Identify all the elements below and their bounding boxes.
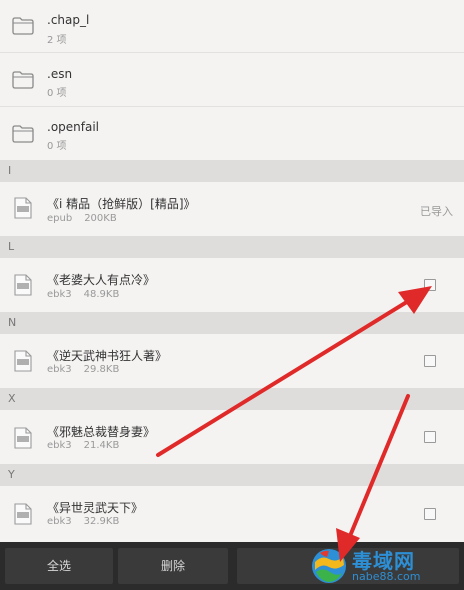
folder-row[interactable]: .chap_l 2 项	[0, 0, 464, 53]
book-size: 21.4KB	[83, 440, 120, 451]
watermark-logo: 毒域网 nabe88.com	[302, 540, 464, 590]
folder-count: 2 项	[47, 35, 67, 46]
book-file-icon	[14, 427, 32, 449]
folder-icon	[12, 17, 34, 35]
book-title: 《异世灵武天下》	[47, 501, 144, 515]
book-title: 《逆天武神书狂人著》	[47, 349, 168, 363]
folder-icon	[12, 71, 34, 89]
watermark-globe-icon	[312, 549, 346, 583]
book-size: 29.8KB	[83, 364, 120, 375]
book-size: 200KB	[84, 213, 117, 224]
section-header-n: N	[0, 312, 464, 334]
book-title: 《i 精品（抢鲜版）[精品]》	[47, 197, 196, 211]
folder-name: .chap_l	[47, 13, 90, 27]
book-meta: ebk3 29.8KB	[47, 364, 119, 375]
book-format: ebk3	[47, 516, 72, 527]
book-meta: ebk3 48.9KB	[47, 289, 119, 300]
book-row[interactable]: 《i 精品（抢鲜版）[精品]》 epub 200KB 已导入	[0, 182, 464, 236]
book-file-icon	[14, 274, 32, 296]
book-format: epub	[47, 213, 73, 224]
book-file-icon	[14, 503, 32, 525]
book-format: ebk3	[47, 289, 72, 300]
folder-name: .esn	[47, 67, 73, 81]
folder-name: .openfail	[47, 120, 100, 134]
folder-count: 0 项	[47, 141, 67, 152]
select-checkbox[interactable]	[424, 355, 436, 367]
book-title: 《老婆大人有点冷》	[47, 273, 156, 287]
book-size: 48.9KB	[83, 289, 120, 300]
book-file-icon	[14, 350, 32, 372]
book-format: ebk3	[47, 440, 72, 451]
book-row[interactable]: 《异世灵武天下》 ebk3 32.9KB	[0, 486, 464, 542]
section-header-l: L	[0, 236, 464, 258]
book-meta: ebk3 32.9KB	[47, 516, 119, 527]
book-row[interactable]: 《逆天武神书狂人著》 ebk3 29.8KB	[0, 334, 464, 388]
section-header-x: X	[0, 388, 464, 410]
book-row[interactable]: 《邪魅总裁替身妻》 ebk3 21.4KB	[0, 410, 464, 464]
folder-row[interactable]: .openfail 0 项	[0, 107, 464, 160]
folder-count: 0 项	[47, 88, 67, 99]
book-row[interactable]: 《老婆大人有点冷》 ebk3 48.9KB	[0, 258, 464, 312]
section-header-y: Y	[0, 464, 464, 486]
book-meta: epub 200KB	[47, 213, 117, 224]
delete-button[interactable]: 删除	[118, 548, 228, 584]
book-file-icon	[14, 197, 32, 219]
select-checkbox[interactable]	[424, 279, 436, 291]
select-checkbox[interactable]	[424, 508, 436, 520]
book-title: 《邪魅总裁替身妻》	[47, 425, 156, 439]
folder-row[interactable]: .esn 0 项	[0, 53, 464, 107]
imported-status: 已导入	[420, 205, 453, 218]
folder-icon	[12, 125, 34, 143]
watermark-url: nabe88.com	[352, 570, 421, 583]
book-format: ebk3	[47, 364, 72, 375]
book-size: 32.9KB	[83, 516, 120, 527]
select-all-button[interactable]: 全选	[5, 548, 113, 584]
section-header-i: I	[0, 160, 464, 182]
select-checkbox[interactable]	[424, 431, 436, 443]
book-meta: ebk3 21.4KB	[47, 440, 119, 451]
